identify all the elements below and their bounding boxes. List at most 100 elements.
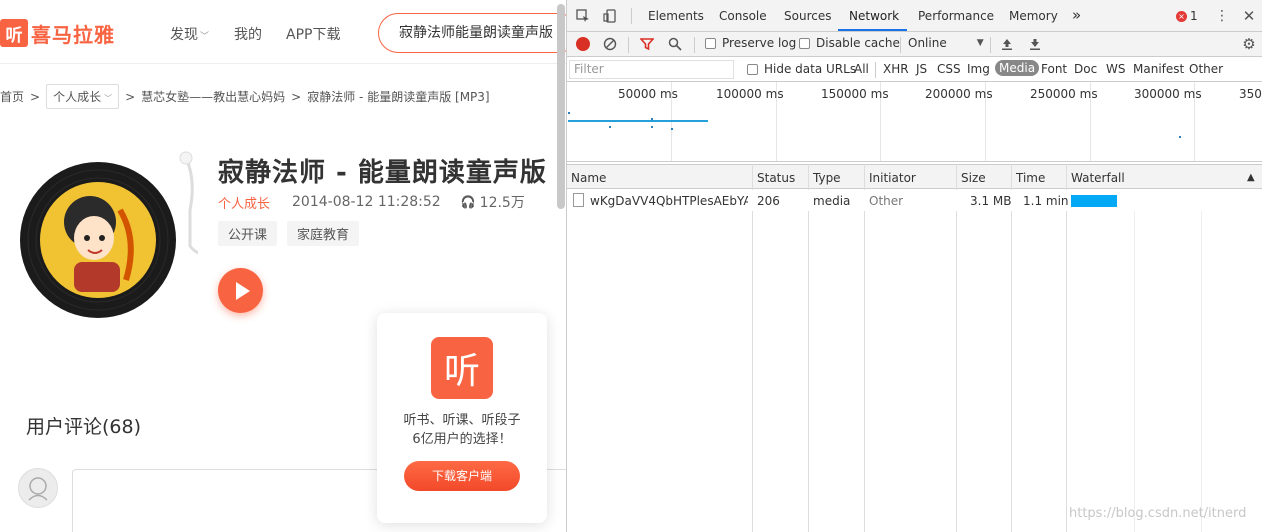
timeline-tick-label: 250000 ms (1030, 87, 1098, 101)
column-divider (808, 164, 809, 532)
breadcrumb-category-label: 个人成长 (53, 90, 102, 104)
app-logo-icon: 听 (431, 337, 493, 399)
chevron-down-icon: ﹀ (104, 94, 113, 103)
filter-type-manifest[interactable]: Manifest (1133, 62, 1184, 76)
column-divider (956, 164, 957, 532)
error-count: 1 (1190, 9, 1198, 23)
download-app-popup: 听 听书、听课、听段子 6亿用户的选择！ 下载客户端 (377, 313, 547, 523)
preserve-log-checkbox[interactable]: Preserve log (705, 36, 796, 50)
hide-data-urls-label: Hide data URLs (764, 62, 857, 76)
divider (875, 62, 876, 78)
filter-type-font[interactable]: Font (1041, 62, 1067, 76)
hide-data-urls-checkbox[interactable]: Hide data URLs (747, 62, 856, 76)
track-play-count: 12.5万 (479, 195, 525, 211)
preserve-log-label: Preserve log (722, 36, 797, 50)
import-har-icon[interactable] (999, 36, 1015, 52)
page-scrollbar[interactable] (557, 4, 565, 209)
column-header-initiator[interactable]: Initiator (869, 171, 916, 185)
active-tab-indicator (838, 29, 907, 31)
tag-item[interactable]: 家庭教育 (287, 221, 360, 246)
tab-performance[interactable]: Performance (918, 9, 994, 23)
inspect-element-icon[interactable] (575, 8, 591, 24)
popup-line-1: 听书、听课、听段子 (403, 413, 521, 428)
request-type: media (813, 194, 851, 208)
error-icon: × (1176, 10, 1187, 22)
nav-discover-label: 发现 (170, 27, 198, 43)
column-divider (1011, 164, 1012, 532)
error-counter[interactable]: × 1 (1176, 9, 1198, 23)
track-date: 2014-08-12 11:28:52 (292, 194, 441, 210)
export-har-icon[interactable] (1027, 36, 1043, 52)
track-meta: 个人成长 2014-08-12 11:28:52 🎧 12.5万 (218, 192, 525, 212)
search-icon[interactable] (667, 36, 683, 52)
tab-sources[interactable]: Sources (784, 9, 831, 23)
record-icon[interactable] (576, 37, 590, 51)
column-header-name[interactable]: Name (571, 171, 606, 185)
throttling-select[interactable]: Online ▼ (908, 36, 984, 50)
checkbox-icon (705, 37, 716, 49)
filter-icon[interactable] (639, 36, 655, 52)
settings-gear-icon[interactable]: ⚙ (1241, 35, 1257, 53)
nav-mine[interactable]: 我的 (234, 24, 262, 44)
logo-mark: 听 (0, 19, 28, 47)
checkbox-icon (799, 37, 810, 49)
track-title: 寂静法师 - 能量朗读童声版 (218, 158, 547, 188)
breadcrumb-home[interactable]: 首页 (0, 88, 24, 105)
timeline-event-dot (568, 112, 570, 114)
request-name: wKgDaVV4QbHTPlesAEbYA... (590, 194, 748, 208)
network-overview-timeline[interactable]: 50000 ms 100000 ms 150000 ms 200000 ms 2… (567, 82, 1262, 162)
filter-type-all[interactable]: All (854, 62, 869, 76)
tab-memory[interactable]: Memory (1009, 9, 1058, 23)
disable-cache-checkbox[interactable]: Disable cache (799, 36, 900, 50)
device-toolbar-icon[interactable] (602, 8, 618, 24)
nav-app-download[interactable]: APP下载 (286, 24, 340, 44)
column-header-type[interactable]: Type (813, 171, 841, 185)
sort-ascending-icon[interactable]: ▲ (1247, 172, 1255, 183)
tab-elements[interactable]: Elements (648, 9, 704, 23)
site-logo[interactable]: 听 喜马拉雅 (0, 19, 115, 47)
tab-network[interactable]: Network (849, 9, 899, 23)
file-icon (573, 193, 584, 207)
column-header-waterfall[interactable]: Waterfall (1071, 171, 1125, 185)
play-button[interactable] (218, 268, 263, 313)
devtools-panel: Elements Console Sources Network Perform… (566, 0, 1262, 532)
filter-type-ws[interactable]: WS (1106, 62, 1125, 76)
clear-icon[interactable] (602, 36, 618, 52)
filter-type-other[interactable]: Other (1189, 62, 1223, 76)
tag-item[interactable]: 公开课 (218, 221, 278, 246)
table-row[interactable]: wKgDaVV4QbHTPlesAEbYA... 206 media Other… (567, 190, 1262, 211)
request-initiator: Other (869, 194, 904, 208)
breadcrumb-category-select[interactable]: 个人成长 ﹀ (46, 84, 120, 109)
timeline-tick-label: 3500 (1239, 87, 1262, 101)
breadcrumb-track: 寂静法师 - 能量朗读童声版 [MP3] (307, 90, 490, 104)
filter-input[interactable]: Filter (569, 60, 734, 79)
filter-type-img[interactable]: Img (967, 62, 990, 76)
filter-type-doc[interactable]: Doc (1074, 62, 1097, 76)
user-avatar-icon (28, 477, 48, 501)
filter-type-media[interactable]: Media (995, 60, 1040, 76)
comments-title: 用户评论(68) (26, 416, 142, 438)
timeline-event-dot (609, 126, 611, 128)
track-category-link[interactable]: 个人成长 (218, 193, 270, 212)
tab-console[interactable]: Console (719, 9, 767, 23)
site-header: 听 喜马拉雅 发现 ﹀ 我的 APP下载 寂静法师能量朗读童声版 (0, 0, 566, 64)
column-header-size[interactable]: Size (961, 171, 986, 185)
column-header-status[interactable]: Status (757, 171, 795, 185)
download-client-button[interactable]: 下载客户端 (404, 461, 520, 491)
filter-type-xhr[interactable]: XHR (883, 62, 909, 76)
popup-line-2: 6亿用户的选择！ (412, 432, 512, 447)
more-options-icon[interactable]: ⋮ (1214, 8, 1230, 24)
filter-type-css[interactable]: CSS (937, 62, 961, 76)
column-header-time[interactable]: Time (1016, 171, 1045, 185)
close-icon[interactable]: ✕ (1241, 7, 1257, 25)
search-input[interactable]: 寂静法师能量朗读童声版 (378, 13, 566, 53)
column-divider (1066, 164, 1067, 532)
filter-type-js[interactable]: JS (916, 62, 927, 76)
nav-discover[interactable]: 发现 ﹀ (170, 24, 209, 44)
breadcrumb-album[interactable]: 慧芯女塾——教出慧心妈妈 (141, 88, 285, 105)
play-icon (235, 281, 250, 300)
timeline-event-dot (1179, 136, 1181, 138)
timeline-tick-label: 150000 ms (821, 87, 889, 101)
timeline-tick-label: 300000 ms (1134, 87, 1202, 101)
more-tabs-icon[interactable]: » (1072, 6, 1081, 24)
